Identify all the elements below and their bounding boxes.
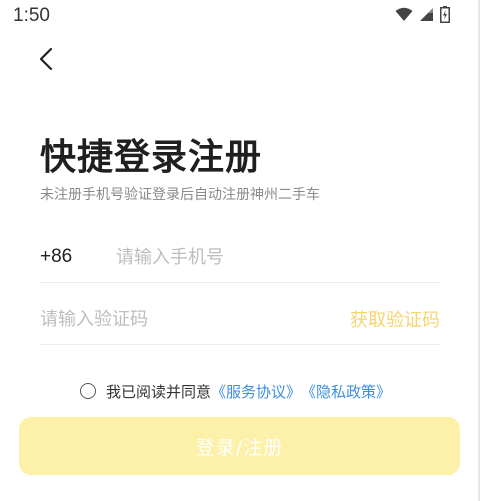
phone-input[interactable] <box>116 246 416 268</box>
page-subtitle: 未注册手机号验证登录后自动注册神州二手车 <box>40 187 320 203</box>
status-bar: 1:50 <box>0 0 480 34</box>
back-button[interactable] <box>30 44 62 78</box>
signal-icon <box>419 7 434 26</box>
page-title: 快捷登录注册 <box>40 137 263 178</box>
country-code[interactable]: +86 <box>40 246 116 268</box>
code-row: 获取验证码 <box>40 294 440 345</box>
wifi-icon <box>395 7 413 26</box>
status-icons <box>395 6 450 27</box>
status-time: 1:50 <box>13 5 50 26</box>
chevron-left-icon <box>39 47 53 75</box>
agree-text: 我已阅读并同意 <box>106 382 212 401</box>
get-code-button[interactable]: 获取验证码 <box>350 306 440 332</box>
service-agreement-link[interactable]: 《服务协议》 <box>211 381 301 402</box>
agreement-row: 我已阅读并同意 《服务协议》 《隐私政策》 <box>80 380 391 402</box>
verification-code-input[interactable] <box>40 308 300 330</box>
battery-icon <box>440 6 450 27</box>
phone-row: +86 <box>40 232 440 283</box>
agree-checkbox[interactable] <box>80 383 96 399</box>
login-register-button[interactable]: 登录/注册 <box>19 417 460 475</box>
privacy-policy-link[interactable]: 《隐私政策》 <box>301 381 391 402</box>
